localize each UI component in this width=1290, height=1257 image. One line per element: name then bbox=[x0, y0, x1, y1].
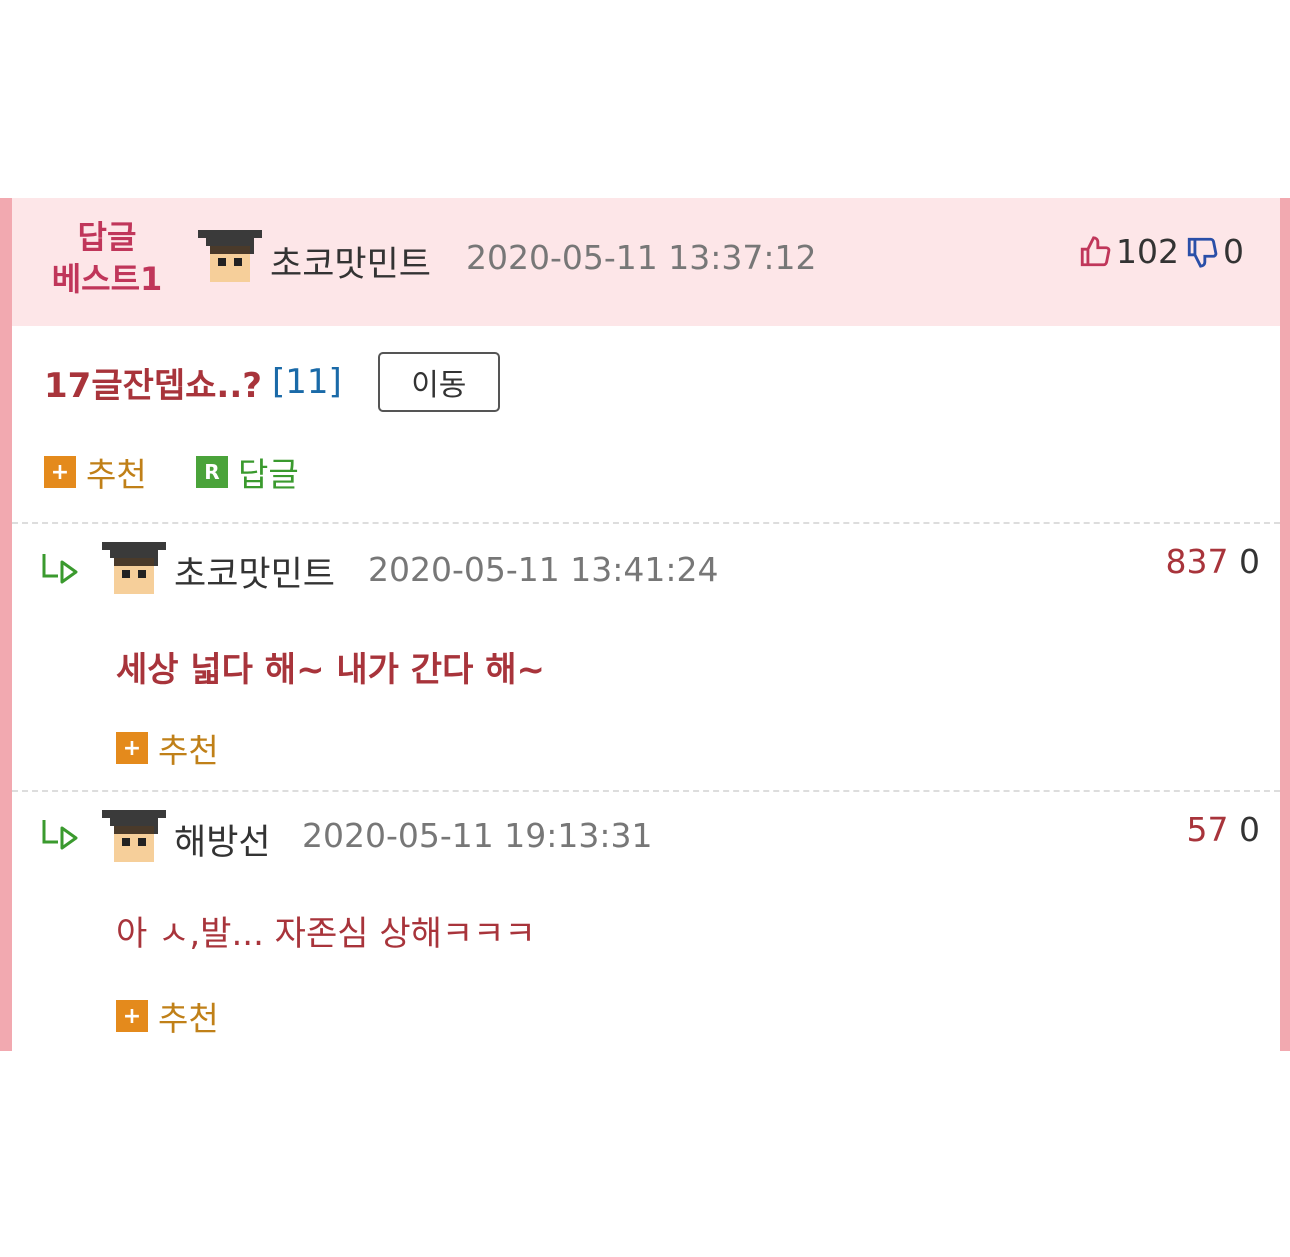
comment-author[interactable]: 해방선 bbox=[174, 814, 271, 865]
post-date: 2020-05-11 13:37:12 bbox=[466, 238, 817, 277]
reply-r-icon: R bbox=[196, 456, 228, 488]
post-title[interactable]: 17글잔뎁쇼..? bbox=[44, 358, 262, 407]
thumbs-down-icon[interactable] bbox=[1185, 235, 1219, 269]
divider bbox=[12, 790, 1280, 792]
reply-button[interactable]: R 답글 bbox=[196, 448, 299, 496]
recommend-button[interactable]: + 추천 bbox=[116, 992, 219, 1040]
comment-panel: 답글 베스트1 초코맛민트 2020-05-11 13:37:12 102 0 … bbox=[0, 198, 1290, 1051]
recommend-button[interactable]: + 추천 bbox=[116, 724, 219, 772]
comment-date: 2020-05-11 19:13:31 bbox=[302, 816, 653, 855]
comment-down-count: 0 bbox=[1239, 542, 1260, 581]
reply-count: [11] bbox=[272, 362, 342, 402]
reply-arrow-icon bbox=[42, 554, 78, 584]
comment-author[interactable]: 초코맛민트 bbox=[174, 546, 335, 597]
best-badge-line2: 베스트1 bbox=[51, 260, 163, 298]
reply-label: 답글 bbox=[238, 455, 299, 494]
comment-body: 세상 넓다 해~ 내가 간다 해~ bbox=[116, 650, 545, 690]
author-nickname[interactable]: 초코맛민트 bbox=[270, 236, 431, 287]
recommend-label: 추천 bbox=[158, 731, 219, 770]
plus-icon: + bbox=[44, 456, 76, 488]
comment-up-count: 57 bbox=[1186, 810, 1229, 849]
comment-date: 2020-05-11 13:41:24 bbox=[368, 550, 719, 589]
recommend-label: 추천 bbox=[86, 455, 147, 494]
user-avatar-icon[interactable] bbox=[198, 226, 262, 290]
plus-icon: + bbox=[116, 1000, 148, 1032]
like-count: 102 bbox=[1116, 232, 1179, 271]
post-title-row: 17글잔뎁쇼..? [11] 이동 bbox=[44, 352, 500, 412]
plus-icon: + bbox=[116, 732, 148, 764]
thumbs-up-icon[interactable] bbox=[1078, 235, 1112, 269]
move-button[interactable]: 이동 bbox=[377, 352, 500, 412]
user-avatar-icon[interactable] bbox=[102, 538, 166, 602]
reply-arrow-icon bbox=[42, 820, 78, 850]
best-badge-line1: 답글 bbox=[77, 218, 137, 256]
comment-down-count: 0 bbox=[1239, 810, 1260, 849]
comment-vote-counts: 837 0 bbox=[1166, 542, 1261, 581]
comment-up-count: 837 bbox=[1165, 542, 1229, 581]
best-reply-badge: 답글 베스트1 bbox=[42, 216, 172, 300]
comment-vote-counts: 57 0 bbox=[1187, 810, 1261, 849]
dislike-count: 0 bbox=[1223, 232, 1244, 271]
user-avatar-icon[interactable] bbox=[102, 806, 166, 870]
recommend-button[interactable]: + 추천 bbox=[44, 448, 147, 496]
comment-body: 아 ㅅ,발... 자존심 상해ㅋㅋㅋ bbox=[116, 914, 536, 954]
vote-counter: 102 0 bbox=[1078, 232, 1250, 271]
best-reply-header: 답글 베스트1 초코맛민트 2020-05-11 13:37:12 102 0 bbox=[12, 198, 1280, 326]
divider bbox=[12, 522, 1280, 524]
recommend-label: 추천 bbox=[158, 999, 219, 1038]
